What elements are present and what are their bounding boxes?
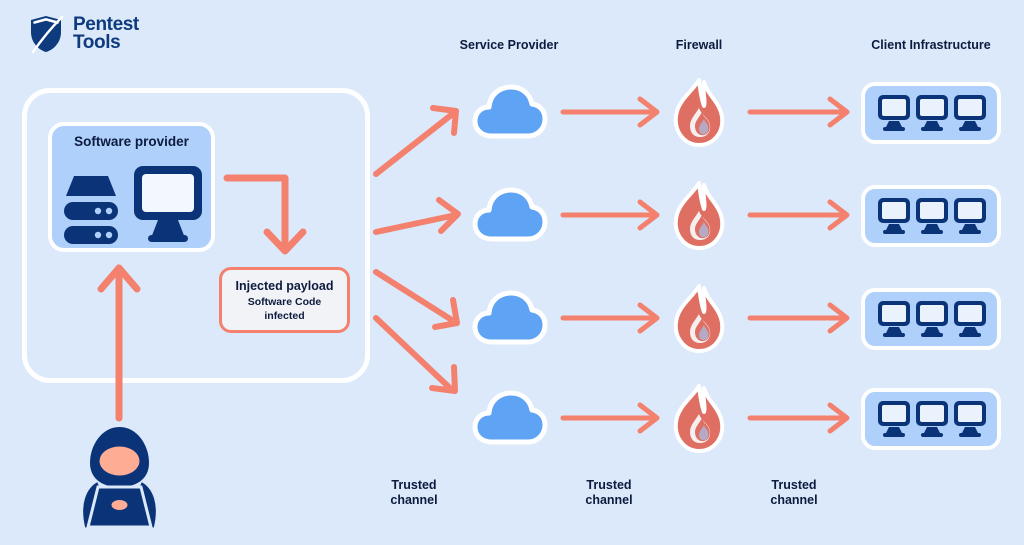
trusted-channel-line-1: Trusted <box>586 478 632 492</box>
cloud-row-4 <box>472 388 548 448</box>
trusted-channel-line-2: channel <box>770 493 818 507</box>
trusted-channel-line-2: channel <box>585 493 633 507</box>
monitor-icon <box>916 401 948 437</box>
client-infrastructure-row-2 <box>861 185 1001 247</box>
arrow-cloud-to-firewall-4 <box>560 402 660 434</box>
monitor-group-icon <box>878 301 986 337</box>
flame-icon <box>673 284 725 353</box>
cloud-icon <box>472 84 548 139</box>
monitor-icon <box>954 198 986 234</box>
flame-icon <box>673 78 725 147</box>
cloud-icon <box>472 290 548 345</box>
monitor-icon <box>878 401 910 437</box>
trusted-channel-label-1: Trusted channel <box>355 478 473 508</box>
monitor-icon <box>916 95 948 131</box>
firewall-row-3 <box>668 284 730 354</box>
cloud-row-1 <box>472 82 548 142</box>
trusted-channel-line-2: channel <box>390 493 438 507</box>
monitor-group-icon <box>878 198 986 234</box>
client-infrastructure-row-4 <box>861 388 1001 450</box>
monitor-icon <box>878 301 910 337</box>
arrow-attacker-to-provider <box>97 264 141 422</box>
client-infrastructure-row-3 <box>861 288 1001 350</box>
monitor-icon <box>954 401 986 437</box>
trusted-channel-label-3: Trusted channel <box>735 478 853 508</box>
trusted-channel-line-1: Trusted <box>391 478 437 492</box>
arrow-firewall-to-client-2 <box>747 199 850 231</box>
arrow-provider-to-payload <box>223 174 307 255</box>
monitor-icon <box>916 198 948 234</box>
monitor-icon <box>954 95 986 131</box>
monitor-icon <box>954 301 986 337</box>
monitor-icon <box>916 301 948 337</box>
arrow-firewall-to-client-1 <box>747 96 850 128</box>
arrow-cloud-to-firewall-1 <box>560 96 660 128</box>
monitor-group-icon <box>878 401 986 437</box>
cloud-row-3 <box>472 288 548 348</box>
arrow-fanout-2 <box>373 197 461 235</box>
arrow-firewall-to-client-4 <box>747 402 850 434</box>
flame-icon <box>673 181 725 250</box>
trusted-channel-label-2: Trusted channel <box>550 478 668 508</box>
arrow-fanout-1 <box>373 105 459 177</box>
firewall-row-4 <box>668 384 730 454</box>
client-infrastructure-row-1 <box>861 82 1001 144</box>
hacker-icon <box>80 427 159 531</box>
trusted-channel-line-1: Trusted <box>771 478 817 492</box>
arrow-cloud-to-firewall-2 <box>560 199 660 231</box>
diagram-canvas: Pentest Tools Service Provider Firewall … <box>0 0 1024 545</box>
cloud-row-2 <box>472 185 548 245</box>
monitor-group-icon <box>878 95 986 131</box>
monitor-icon <box>878 198 910 234</box>
flame-icon <box>673 384 725 453</box>
cloud-icon <box>472 390 548 445</box>
straight-arrows <box>560 96 850 434</box>
arrow-firewall-to-client-3 <box>747 302 850 334</box>
monitor-icon <box>878 95 910 131</box>
attacker-figure <box>62 425 177 531</box>
firewall-row-2 <box>668 181 730 251</box>
arrow-fanout-4 <box>373 315 458 394</box>
cloud-icon <box>472 187 548 242</box>
arrow-fanout-3 <box>373 269 460 330</box>
arrow-cloud-to-firewall-3 <box>560 302 660 334</box>
firewall-row-1 <box>668 78 730 148</box>
